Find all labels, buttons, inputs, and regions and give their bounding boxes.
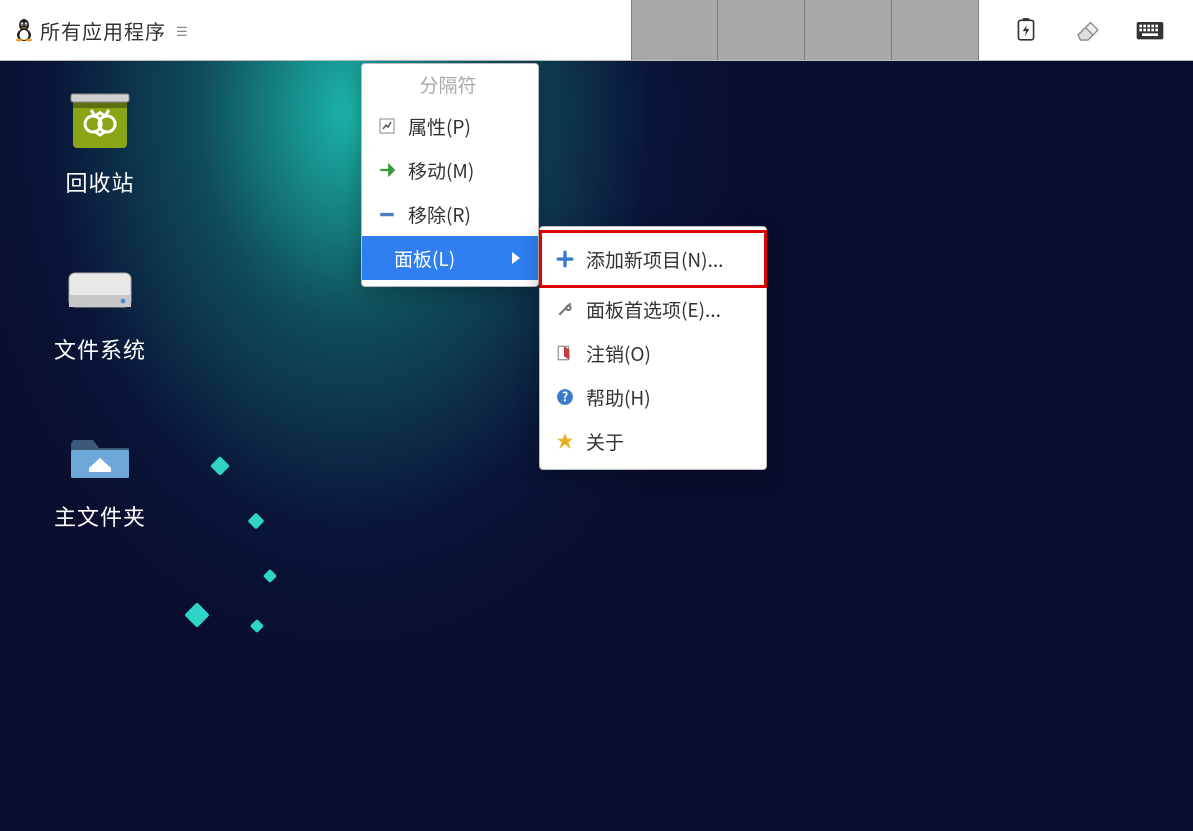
filesystem-icon[interactable]: 文件系统 <box>0 253 200 365</box>
desktop-icons: 回收站 文件系统 主文件夹 <box>0 86 200 587</box>
particle <box>184 602 209 627</box>
submenu-item-logout[interactable]: 注销(O) <box>540 331 766 375</box>
star-icon <box>554 430 576 452</box>
menu-item-label: 添加新项目(N)... <box>586 246 748 273</box>
task-button[interactable] <box>892 0 979 60</box>
menu-item-separator: 分隔符 <box>362 64 538 104</box>
trash-glyph-icon <box>61 86 139 156</box>
context-submenu: 添加新项目(N)... 面板首选项(E)... 注销(O) ? 帮助(H) 关于 <box>539 226 767 470</box>
menu-item-label: 移除(R) <box>408 201 520 228</box>
remove-icon <box>376 203 398 225</box>
task-button[interactable] <box>805 0 892 60</box>
menu-item-label: 帮助(H) <box>586 384 748 411</box>
menu-item-properties[interactable]: 属性(P) <box>362 104 538 148</box>
top-panel: 所有应用程序 ☰ <box>0 0 1193 61</box>
menu-item-label: 面板(L) <box>394 245 502 272</box>
tools-icon <box>554 298 576 320</box>
panel-left: 所有应用程序 ☰ <box>0 0 196 60</box>
drive-glyph-icon <box>61 253 139 323</box>
trash-label: 回收站 <box>65 166 134 198</box>
submenu-arrow-icon <box>512 252 520 264</box>
properties-icon <box>376 115 398 137</box>
submenu-item-add-new[interactable]: 添加新项目(N)... <box>540 231 766 287</box>
eraser-icon[interactable] <box>1071 13 1105 47</box>
home-label: 主文件夹 <box>54 500 146 532</box>
submenu-item-panel-prefs[interactable]: 面板首选项(E)... <box>540 287 766 331</box>
menu-item-remove[interactable]: 移除(R) <box>362 192 538 236</box>
task-button[interactable] <box>718 0 805 60</box>
system-tray <box>979 0 1193 60</box>
menu-item-move[interactable]: 移动(M) <box>362 148 538 192</box>
task-buttons <box>631 0 979 60</box>
menu-item-label: 关于 <box>586 428 748 455</box>
tux-icon <box>14 18 34 42</box>
particle <box>263 569 277 583</box>
keyboard-icon[interactable] <box>1133 13 1167 47</box>
menu-indicator-icon: ☰ <box>176 21 188 40</box>
menu-item-label: 面板首选项(E)... <box>586 296 748 323</box>
context-menu: 分隔符 属性(P) 移动(M) 移除(R) 面板(L) <box>361 63 539 287</box>
task-button[interactable] <box>631 0 718 60</box>
menu-item-label: 移动(M) <box>408 157 520 184</box>
help-icon: ? <box>554 386 576 408</box>
logout-icon <box>554 342 576 364</box>
trash-icon[interactable]: 回收站 <box>0 86 200 198</box>
menu-item-label: 注销(O) <box>586 340 748 367</box>
battery-icon[interactable] <box>1009 13 1043 47</box>
menu-item-panel[interactable]: 面板(L) <box>362 236 538 280</box>
filesystem-label: 文件系统 <box>54 333 146 365</box>
applications-menu-button[interactable]: 所有应用程序 ☰ <box>6 0 196 60</box>
submenu-item-about[interactable]: 关于 <box>540 419 766 463</box>
particle <box>248 513 265 530</box>
particle <box>210 456 230 476</box>
svg-text:?: ? <box>562 388 568 406</box>
menu-item-label: 属性(P) <box>408 113 520 140</box>
applications-menu-label: 所有应用程序 <box>40 16 166 45</box>
home-glyph-icon <box>61 420 139 490</box>
move-icon <box>376 159 398 181</box>
home-folder-icon[interactable]: 主文件夹 <box>0 420 200 532</box>
plus-icon <box>554 248 576 270</box>
menu-item-label: 分隔符 <box>419 71 476 98</box>
particle <box>250 619 264 633</box>
submenu-item-help[interactable]: ? 帮助(H) <box>540 375 766 419</box>
